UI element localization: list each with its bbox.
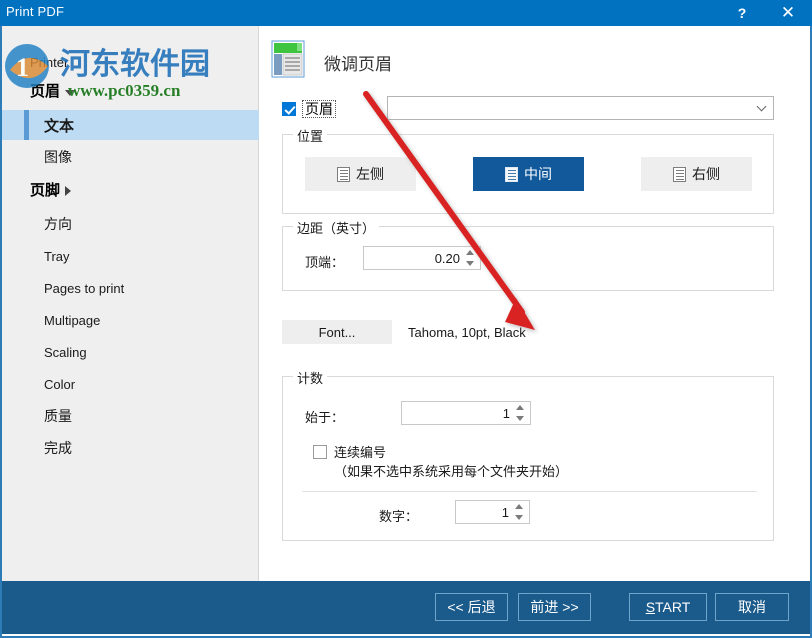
chevron-down-icon <box>757 102 767 112</box>
main-panel: 微调页眉 页眉 位置 左侧 中间 <box>260 26 810 581</box>
position-center-label: 中间 <box>524 164 552 184</box>
sidebar-item-finish[interactable]: 完成 <box>2 433 259 463</box>
sidebar-item-image-label: 图像 <box>44 147 72 167</box>
chevron-down-icon <box>65 90 75 96</box>
sidebar-item-image[interactable]: 图像 <box>2 142 259 172</box>
start-button-accel: S <box>646 599 655 615</box>
position-center-button[interactable]: 中间 <box>473 157 584 191</box>
counting-group-legend: 计数 <box>293 368 327 387</box>
sidebar-item-quality[interactable]: 质量 <box>2 401 259 431</box>
sidebar-item-color-label: Color <box>44 377 75 392</box>
stepper-arrows-icon[interactable] <box>515 404 526 422</box>
sidebar-group-header-label: 页眉 <box>30 80 60 101</box>
sidebar-item-tray[interactable]: Tray <box>2 241 259 271</box>
next-button[interactable]: 前进 >> <box>518 593 591 621</box>
align-left-icon <box>337 167 350 182</box>
divider <box>302 491 757 492</box>
sidebar-item-finish-label: 完成 <box>44 438 72 458</box>
sidebar-group-footer[interactable]: 页脚 <box>30 179 71 200</box>
title-bar: Print PDF ? ✕ <box>0 0 812 26</box>
cancel-button[interactable]: 取消 <box>715 593 789 621</box>
sidebar-item-multipage[interactable]: Multipage <box>2 305 259 335</box>
header-text-combobox[interactable] <box>387 96 774 120</box>
sidebar-group-footer-label: 页脚 <box>30 179 60 200</box>
svg-text:河东软件园: 河东软件园 <box>60 47 210 81</box>
counting-digits-label: 数字： <box>379 506 418 525</box>
header-enable-label: 页眉 <box>302 100 336 118</box>
sidebar-item-text[interactable]: 文本 <box>2 110 259 140</box>
counting-digits-value: 1 <box>502 505 509 520</box>
position-left-label: 左侧 <box>356 164 384 184</box>
align-right-icon <box>673 167 686 182</box>
window-title: Print PDF <box>6 4 64 19</box>
sidebar-label-printer: Printer <box>30 55 68 70</box>
position-group-legend: 位置 <box>293 126 327 145</box>
page-title: 微调页眉 <box>324 50 392 75</box>
header-enable-checkbox[interactable]: 页眉 <box>282 100 336 118</box>
sidebar-group-header[interactable]: 页眉 <box>30 80 75 101</box>
back-button[interactable]: << 后退 <box>435 593 508 621</box>
align-center-icon <box>505 167 518 182</box>
counting-digits-stepper[interactable]: 1 <box>455 500 530 524</box>
start-button[interactable]: START <box>629 593 707 621</box>
sidebar-item-pages-to-print-label: Pages to print <box>44 281 124 296</box>
document-table-icon <box>269 37 311 83</box>
margin-group-legend: 边距（英寸） <box>293 218 379 237</box>
counting-group: 计数 始于： 1 连续编号 （如果不选中系统采用每个文件夹开始） <box>282 376 774 541</box>
position-group: 位置 左侧 中间 右侧 <box>282 134 774 214</box>
stepper-arrows-icon[interactable] <box>514 503 525 521</box>
font-description: Tahoma, 10pt, Black <box>408 325 526 340</box>
margin-group: 边距（英寸） 顶端： 0.20 <box>282 226 774 291</box>
sidebar-item-pages-to-print[interactable]: Pages to print <box>2 273 259 303</box>
sidebar-item-orientation[interactable]: 方向 <box>2 209 259 239</box>
position-left-button[interactable]: 左侧 <box>305 157 416 191</box>
help-icon[interactable]: ? <box>720 0 764 26</box>
checkbox-icon-unchecked[interactable] <box>313 445 327 459</box>
counting-start-stepper[interactable]: 1 <box>401 401 531 425</box>
continuous-numbering-text: 连续编号 （如果不选中系统采用每个文件夹开始） <box>334 443 568 481</box>
stepper-arrows-icon[interactable] <box>465 249 476 267</box>
margin-top-label: 顶端： <box>305 252 344 271</box>
counting-start-value: 1 <box>503 406 510 421</box>
watermark-site-text: www.pc0359.cn <box>68 81 180 101</box>
margin-top-stepper[interactable]: 0.20 <box>363 246 481 270</box>
chevron-right-icon <box>65 186 71 196</box>
sidebar-item-color[interactable]: Color <box>2 369 259 399</box>
sidebar-item-tray-label: Tray <box>44 249 70 264</box>
continuous-numbering-checkbox[interactable]: 连续编号 （如果不选中系统采用每个文件夹开始） <box>313 443 568 481</box>
sidebar-item-scaling[interactable]: Scaling <box>2 337 259 367</box>
counting-start-label: 始于： <box>305 407 344 426</box>
continuous-numbering-label: 连续编号 <box>334 445 386 460</box>
footer-bar: << 后退 前进 >> START 取消 <box>2 581 810 634</box>
sidebar-item-orientation-label: 方向 <box>44 214 72 234</box>
sidebar: Printer 页眉 文本 图像 页脚 方向 Tray <box>2 26 259 581</box>
continuous-numbering-hint: （如果不选中系统采用每个文件夹开始） <box>334 464 568 479</box>
print-pdf-window: Print PDF ? ✕ Printer 页眉 文本 图像 页脚 <box>0 0 812 638</box>
svg-text:1: 1 <box>16 53 29 82</box>
checkbox-icon-checked[interactable] <box>282 102 296 116</box>
sidebar-item-multipage-label: Multipage <box>44 313 100 328</box>
sidebar-item-text-label: 文本 <box>44 115 74 136</box>
sidebar-item-scaling-label: Scaling <box>44 345 87 360</box>
margin-top-value: 0.20 <box>435 251 460 266</box>
position-right-button[interactable]: 右侧 <box>641 157 752 191</box>
close-icon[interactable]: ✕ <box>766 0 810 26</box>
start-button-rest: TART <box>655 599 690 615</box>
window-body: Printer 页眉 文本 图像 页脚 方向 Tray <box>0 26 812 638</box>
sidebar-item-quality-label: 质量 <box>44 406 72 426</box>
position-right-label: 右侧 <box>692 164 720 184</box>
font-button[interactable]: Font... <box>282 320 392 344</box>
